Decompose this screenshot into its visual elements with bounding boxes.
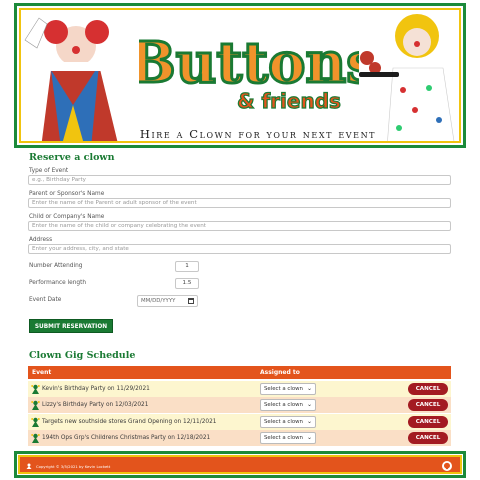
- table-row: Kevin's Birthday Party on 11/29/2021 Sel…: [28, 381, 451, 397]
- clown-select[interactable]: Select a clown ⌄: [260, 399, 316, 411]
- select-label: Select a clown: [264, 402, 303, 408]
- table-row: Lizzy's Birthday Party on 12/03/2021 Sel…: [28, 397, 451, 413]
- date-label: Event Date: [29, 297, 62, 303]
- banner-tagline: Hire a Clown for your next event: [139, 127, 377, 141]
- header-banner: Buttons & friends Hire a Clown for your …: [14, 3, 466, 148]
- calendar-icon[interactable]: [188, 298, 194, 304]
- col-assigned: Assigned to: [260, 369, 300, 376]
- child-name-input[interactable]: Enter the name of the child or company c…: [28, 221, 451, 231]
- clown-icon: [31, 400, 40, 410]
- cancel-button[interactable]: CANCEL: [408, 432, 448, 444]
- chevron-down-icon: ⌄: [306, 418, 312, 425]
- child-name-label: Child or Company's Name: [29, 214, 105, 220]
- parent-name-input[interactable]: Enter the name of the Parent or adult sp…: [28, 198, 451, 208]
- select-label: Select a clown: [264, 419, 303, 425]
- clown-left-image: [21, 10, 139, 141]
- clown-select[interactable]: Select a clown ⌄: [260, 416, 316, 428]
- chevron-down-icon: ⌄: [306, 401, 312, 408]
- cancel-button[interactable]: CANCEL: [408, 383, 448, 395]
- banner-frame: Buttons & friends Hire a Clown for your …: [19, 8, 461, 143]
- chevron-down-icon: ⌄: [306, 434, 312, 441]
- logo-sub: & friends: [237, 89, 341, 113]
- event-name: Lizzy's Birthday Party on 12/03/2021: [42, 402, 149, 408]
- event-name: Kevin's Birthday Party on 11/29/2021: [42, 386, 150, 392]
- footer: Copyright © 3/5/2021 by Kevin Lockett: [14, 451, 466, 478]
- clown-icon: [31, 384, 40, 394]
- event-type-label: Type of Event: [29, 168, 69, 174]
- schedule-title: Clown Gig Schedule: [29, 350, 136, 361]
- github-icon[interactable]: [442, 461, 452, 471]
- clown-icon: [31, 417, 40, 427]
- clown-select[interactable]: Select a clown ⌄: [260, 383, 316, 395]
- length-input[interactable]: 1.5: [175, 278, 199, 289]
- logo-word: Buttons: [139, 30, 367, 96]
- clown-logo-icon: [26, 463, 32, 469]
- attending-label: Number Attending: [29, 263, 83, 269]
- clown-right-image: [359, 10, 459, 141]
- table-row: Targets new southside stores Grand Openi…: [28, 414, 451, 430]
- footer-bar: Copyright © 3/5/2021 by Kevin Lockett: [18, 455, 462, 474]
- table-row: 194th Ops Grp's Childrens Christmas Part…: [28, 430, 451, 446]
- address-label: Address: [29, 237, 53, 243]
- event-name: Targets new southside stores Grand Openi…: [42, 419, 217, 425]
- select-label: Select a clown: [264, 386, 303, 392]
- copyright-text: Copyright © 3/5/2021 by Kevin Lockett: [36, 464, 111, 469]
- clown-icon: [31, 433, 40, 443]
- address-input[interactable]: Enter your address, city, and state: [28, 244, 451, 254]
- attending-input[interactable]: 1: [175, 261, 199, 272]
- chevron-down-icon: ⌄: [306, 385, 312, 392]
- col-event: Event: [32, 369, 52, 376]
- event-type-input[interactable]: e.g., Birthday Party: [28, 175, 451, 185]
- cancel-button[interactable]: CANCEL: [408, 399, 448, 411]
- date-placeholder: MM/DD/YYYY: [141, 298, 176, 304]
- parent-name-label: Parent or Sponsor's Name: [29, 191, 105, 197]
- length-label: Performance length: [29, 280, 87, 286]
- event-name: 194th Ops Grp's Childrens Christmas Part…: [42, 435, 211, 441]
- buttons-logo: Buttons & friends: [139, 29, 367, 114]
- cancel-button[interactable]: CANCEL: [408, 416, 448, 428]
- select-label: Select a clown: [264, 435, 303, 441]
- schedule-header: Event Assigned to: [28, 366, 451, 379]
- reserve-title: Reserve a clown: [29, 152, 115, 163]
- event-date-input[interactable]: MM/DD/YYYY: [137, 295, 198, 307]
- clown-select[interactable]: Select a clown ⌄: [260, 432, 316, 444]
- submit-reservation-button[interactable]: SUBMIT RESERVATION: [29, 319, 113, 333]
